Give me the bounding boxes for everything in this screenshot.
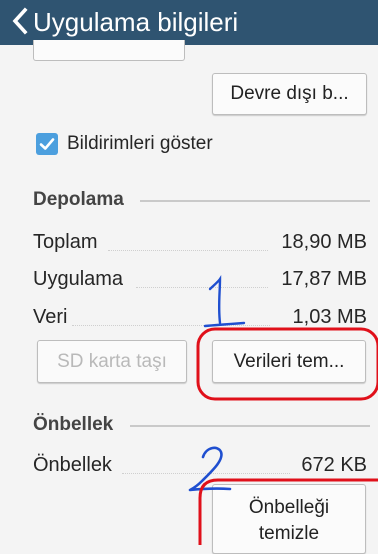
- page-title: Uygulama bilgileri: [33, 7, 239, 37]
- checkmark-icon: [39, 138, 55, 150]
- section-divider: [140, 200, 370, 202]
- clear-cache-label-line1: Önbelleği: [248, 497, 330, 518]
- total-value: 18,90 MB: [281, 231, 367, 253]
- section-divider: [130, 425, 370, 427]
- clear-cache-button[interactable]: Önbelleği temizle: [212, 484, 366, 554]
- force-stop-button[interactable]: [33, 40, 185, 61]
- cache-heading: Önbellek: [33, 414, 114, 435]
- data-size-label: Veri: [33, 306, 68, 328]
- chevron-left-icon[interactable]: [9, 6, 31, 36]
- cache-size-value: 672 KB: [301, 454, 367, 476]
- data-size-value: 1,03 MB: [292, 306, 367, 328]
- storage-heading: Depolama: [33, 189, 124, 210]
- move-to-sd-button[interactable]: SD karta taşı: [37, 340, 187, 383]
- show-notifications-checkbox[interactable]: [36, 133, 58, 155]
- disable-button[interactable]: Devre dışı b...: [212, 73, 367, 115]
- app-size-label: Uygulama: [33, 268, 124, 290]
- total-label: Toplam: [33, 231, 98, 253]
- clear-cache-label-line2: temizle: [258, 523, 320, 544]
- cache-size-label: Önbellek: [33, 454, 112, 476]
- clear-data-button[interactable]: Verileri tem...: [212, 340, 366, 383]
- app-size-value: 17,87 MB: [281, 268, 367, 290]
- show-notifications-label: Bildirimleri göster: [67, 133, 213, 154]
